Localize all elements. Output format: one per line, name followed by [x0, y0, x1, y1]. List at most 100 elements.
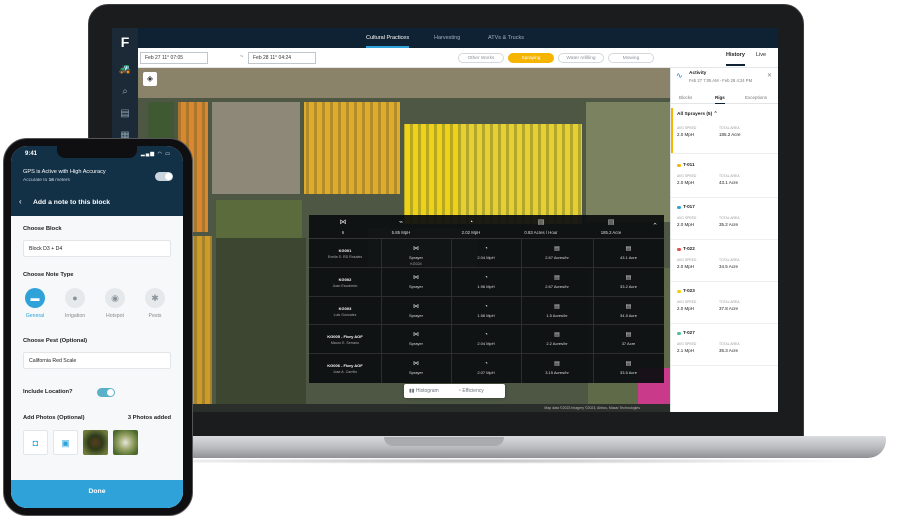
all-sprayers-summary[interactable]: All Sprayers (5) ⌃ AVG SPEED TOTAL AREA …	[671, 108, 778, 154]
summary-area: ▤ 185.2 Acre	[577, 215, 645, 239]
avg-speed-label: AVG SPEED	[677, 126, 697, 130]
filter-water-refilling[interactable]: Water refilling	[558, 53, 604, 63]
filter-spraying[interactable]: Spraying	[508, 53, 554, 63]
tab-cultural-practices[interactable]: Cultural Practices	[366, 28, 410, 48]
choose-block-label: Choose Block	[23, 226, 62, 232]
total-area-label: TOTAL AREA	[719, 300, 740, 304]
total-area-label: TOTAL AREA	[719, 216, 740, 220]
tab-blocks[interactable]: Blocks	[679, 92, 692, 104]
app-logo[interactable]: F	[117, 34, 133, 50]
panel-subtitle: Feb 27 7:05 AM - Feb 28 4:24 PM	[689, 78, 753, 83]
clipboard-icon[interactable]: ▤	[118, 108, 132, 120]
row-rig: KG005 - Flory AOF Mauro E. Serrano	[327, 334, 363, 346]
stats-summary: ⋈ 6 ⌁ 5.85 MpH ◔ 2.02 MpH ▤ 0.83 Acres / Hou…	[309, 215, 664, 239]
gallery-icon[interactable]: ▣	[53, 430, 78, 455]
summary-max-speed: ⌁ 5.85 MpH	[367, 215, 435, 239]
top-nav: Cultural Practices Harvesting ATVs & Tru…	[138, 28, 778, 48]
back-icon[interactable]: ‹	[19, 197, 22, 206]
photos-count: 3 Photos added	[127, 415, 171, 421]
rig-item[interactable]: T-017 AVG SPEED TOTAL AREA 2.0 MpH 35.2 …	[671, 198, 778, 240]
note-type-hotspot[interactable]: ◉ Hotspot	[99, 288, 131, 319]
tab-rigs[interactable]: Rigs	[715, 92, 725, 104]
filter-other-works[interactable]: Other Works	[458, 53, 504, 63]
camera-icon[interactable]: ◘	[23, 430, 48, 455]
phone-screen: 9:41 ▂▄▆ ◠ ▭ GPS is Active with High Acc…	[11, 146, 183, 508]
document-icon: ▤	[625, 274, 632, 281]
pest-label: Choose Pest (Optional)	[23, 338, 88, 344]
document-icon: ▤	[554, 303, 560, 310]
table-row[interactable]: KG006 - Flory AOF Jose A. Carrillo ⋈ Spray…	[309, 354, 664, 383]
filter-bar: Feb 27 11° 07:05 ~ Feb 28 11° 04:24 Othe…	[138, 48, 778, 68]
rig-item[interactable]: T-027 AVG SPEED TOTAL AREA 2.1 MpH 35.3 …	[671, 324, 778, 366]
pest-photo-2[interactable]	[113, 430, 138, 455]
avg-speed-value: 2.0 MpH	[677, 306, 695, 311]
note-form: Choose Block Block D3 + D4 Choose Note T…	[11, 216, 183, 508]
document-icon: ▤	[554, 246, 560, 252]
tab-atvs-trucks[interactable]: ATVs & Trucks	[488, 28, 524, 48]
done-button[interactable]: Done	[11, 480, 183, 508]
avg-speed-label: AVG SPEED	[677, 174, 697, 178]
tab-histogram[interactable]: ▮▮ Histogram	[409, 384, 439, 398]
tab-harvesting[interactable]: Harvesting	[434, 28, 460, 48]
location-toggle[interactable]	[97, 388, 115, 397]
note-type-irrigation[interactable]: ● Irrigation	[59, 288, 91, 319]
note-type-pests[interactable]: ✱ Pests	[139, 288, 171, 319]
avg-speed-value: 2.0 MpH	[677, 132, 695, 137]
rig-name: T-017	[683, 204, 695, 209]
page-title: Add a note to this block	[33, 199, 111, 206]
pest-field[interactable]: California Red Scale	[23, 352, 171, 369]
rig-item[interactable]: T-011 AVG SPEED TOTAL AREA 2.0 MpH 43.1 …	[671, 156, 778, 198]
map-view[interactable]: ◈ ⋈ 6 ⌁ 5.85 MpH ◔ 2.02 MpH ▤ 0.83 Acres / H…	[138, 68, 670, 412]
speedometer-icon: ◔	[484, 332, 488, 339]
rig-name: T-027	[683, 330, 695, 335]
search-icon[interactable]: ⌕	[118, 86, 132, 98]
speedometer-icon: ◔	[484, 303, 488, 310]
table-row[interactable]: KG002 Juan Escobedo ⋈ Sprayer ◔ 1.96 MpH ▤ 2…	[309, 268, 664, 297]
chevron-up-icon[interactable]: ⌃	[652, 222, 658, 230]
document-icon: ▤	[625, 303, 632, 310]
date-from-field[interactable]: Feb 27 11° 07:05	[140, 52, 208, 64]
bar-chart-icon: ▮▮	[409, 388, 416, 394]
signal-icon: ▂▄▆ ◠ ▭	[140, 151, 171, 157]
gps-toggle[interactable]	[155, 172, 173, 181]
layers-icon[interactable]: ◈	[143, 72, 157, 86]
stats-table: ⋈ 6 ⌁ 5.85 MpH ◔ 2.02 MpH ▤ 0.83 Acres / Hou…	[309, 215, 664, 383]
table-row[interactable]: KG005 - Flory AOF Mauro E. Serrano ⋈ Spray…	[309, 325, 664, 355]
hotspot-icon: ◉	[105, 288, 125, 308]
row-area: ▤ 37 Acre	[593, 325, 664, 354]
date-to-field[interactable]: Feb 28 11° 04:24	[248, 52, 316, 64]
avg-speed-value: 2.0 MpH	[677, 264, 695, 269]
filter-mowing[interactable]: Mowing	[608, 53, 654, 63]
rig-color-dot	[677, 205, 681, 209]
pest-photo-1[interactable]	[83, 430, 108, 455]
row-rig: KG003 Luis Gonzalez	[333, 305, 357, 317]
chat-icon: ▬	[25, 288, 45, 308]
total-area-label: TOTAL AREA	[719, 126, 740, 130]
table-row[interactable]: KG003 Luis Gonzalez ⋈ Sprayer ◔ 1.56 MpH ▤ 1…	[309, 297, 664, 326]
note-type-general[interactable]: ▬ General	[19, 288, 51, 319]
document-icon: ▤	[625, 246, 632, 252]
laptop-notch	[384, 437, 504, 446]
choose-block-field[interactable]: Block D3 + D4	[23, 240, 171, 257]
row-speed: ◔ 2.07 MpH	[451, 354, 521, 383]
tab-live[interactable]: Live	[756, 52, 766, 66]
document-icon: ▤	[625, 361, 632, 368]
row-area: ▤ 34.5 Acre	[593, 297, 664, 326]
tractor-icon[interactable]: 🚜	[118, 64, 132, 76]
phone-notch	[57, 146, 137, 158]
row-rig: KG006 - Flory AOF Jose A. Carrillo	[327, 363, 363, 375]
close-icon[interactable]: ✕	[767, 72, 772, 79]
rig-name: T-011	[683, 162, 695, 167]
row-equipment: ⋈ Sprayer KG024	[381, 239, 451, 268]
rig-item[interactable]: T-022 AVG SPEED TOTAL AREA 2.0 MpH 34.5 …	[671, 240, 778, 282]
avg-speed-label: AVG SPEED	[677, 342, 697, 346]
table-row[interactable]: KG001 Evelia S. RD Rosales ⋈ Sprayer KG024 …	[309, 239, 664, 268]
avg-speed-label: AVG SPEED	[677, 258, 697, 262]
rig-item[interactable]: T-023 AVG SPEED TOTAL AREA 2.0 MpH 37.8 …	[671, 282, 778, 324]
tab-history[interactable]: History	[726, 52, 745, 66]
row-speed: ◔ 1.56 MpH	[451, 297, 521, 326]
row-equipment: ⋈ Sprayer	[381, 325, 451, 354]
tab-exceptions[interactable]: Exceptions	[745, 92, 767, 104]
tab-efficiency[interactable]: ◔ Efficiency	[458, 384, 484, 398]
activity-icon: ∿	[676, 71, 683, 80]
